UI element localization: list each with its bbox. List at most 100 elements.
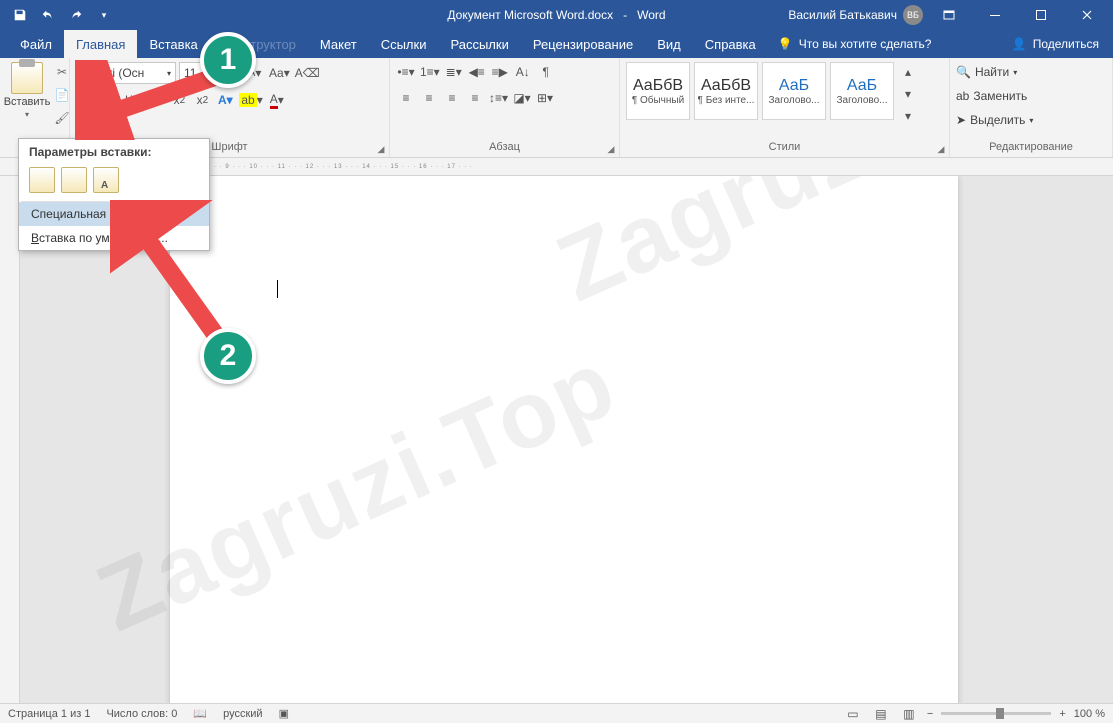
zoom-slider[interactable] — [941, 712, 1051, 715]
tell-me-search[interactable]: 💡 Что вы хотите сделать? — [778, 30, 932, 58]
chevron-down-icon: ▾ — [25, 110, 29, 119]
vertical-ruler[interactable] — [0, 176, 20, 703]
zoom-in-button[interactable]: + — [1059, 708, 1065, 720]
quick-access-toolbar: ▾ — [0, 3, 116, 27]
zoom-out-button[interactable]: − — [927, 708, 933, 720]
tab-file[interactable]: Файл — [8, 30, 64, 58]
close-button[interactable] — [1067, 0, 1107, 30]
redo-icon[interactable] — [64, 3, 88, 27]
style-heading1[interactable]: АаБ Заголово... — [762, 62, 826, 120]
language-indicator[interactable]: русский — [223, 708, 262, 720]
zoom-level[interactable]: 100 % — [1074, 708, 1105, 720]
underline-button[interactable]: Ч▾ — [122, 90, 142, 110]
dialog-launcher-icon[interactable]: ◢ — [375, 143, 387, 155]
maximize-button[interactable] — [1021, 0, 1061, 30]
align-left-button[interactable]: ≡ — [396, 88, 416, 108]
annotation-circle-2: 2 — [200, 328, 256, 384]
ribbon-tabs: Файл Главная Вставка Конструктор Макет С… — [0, 30, 1113, 58]
title-right: Василий Батькавич ВБ — [788, 0, 1113, 30]
share-icon: 👤 — [1012, 37, 1027, 51]
align-right-button[interactable]: ≡ — [442, 88, 462, 108]
font-color-button[interactable]: A▾ — [267, 90, 287, 110]
word-count[interactable]: Число слов: 0 — [106, 708, 177, 720]
numbering-button[interactable]: 1≡▾ — [419, 62, 441, 82]
italic-button[interactable]: К — [99, 90, 119, 110]
replace-button[interactable]: abЗаменить — [956, 86, 1033, 106]
paste-merge-icon[interactable] — [61, 167, 87, 193]
undo-icon[interactable] — [36, 3, 60, 27]
cut-icon[interactable]: ✂ — [52, 62, 72, 82]
title-bar: ▾ Документ Microsoft Word.docx - Word Ва… — [0, 0, 1113, 30]
style-heading2[interactable]: АаБ Заголово... — [830, 62, 894, 120]
tab-help[interactable]: Справка — [693, 30, 768, 58]
show-marks-button[interactable]: ¶ — [536, 62, 556, 82]
shading-button[interactable]: ◪▾ — [512, 88, 532, 108]
styles-scroll-down-icon[interactable]: ▾ — [898, 84, 918, 104]
status-bar: Страница 1 из 1 Число слов: 0 📖 русский … — [0, 703, 1113, 723]
group-label: Редактирование — [956, 141, 1106, 155]
paste-button[interactable]: Вставить ▾ — [6, 62, 48, 119]
subscript-button[interactable]: x2 — [169, 90, 189, 110]
align-center-button[interactable]: ≡ — [419, 88, 439, 108]
paste-keep-source-icon[interactable] — [29, 167, 55, 193]
change-case-button[interactable]: Aa▾ — [268, 63, 291, 83]
web-layout-icon[interactable]: ▥ — [899, 704, 919, 724]
text-effects-button[interactable]: A▾ — [215, 90, 235, 110]
styles-scroll-up-icon[interactable]: ▴ — [898, 62, 918, 82]
user-name[interactable]: Василий Батькавич — [788, 8, 897, 22]
page-count[interactable]: Страница 1 из 1 — [8, 708, 90, 720]
superscript-button[interactable]: x2 — [192, 90, 212, 110]
lightbulb-icon: 💡 — [778, 37, 793, 51]
share-button[interactable]: 👤 Поделиться — [1012, 30, 1099, 58]
text-cursor — [277, 280, 278, 298]
tab-home[interactable]: Главная — [64, 30, 137, 58]
save-icon[interactable] — [8, 3, 32, 27]
decrease-indent-button[interactable]: ◀≡ — [467, 62, 487, 82]
multilevel-list-button[interactable]: ≣▾ — [444, 62, 464, 82]
group-label: Абзац — [396, 141, 613, 155]
styles-more-icon[interactable]: ▾ — [898, 106, 918, 126]
increase-indent-button[interactable]: ≡▶ — [490, 62, 510, 82]
sort-button[interactable]: A↓ — [513, 62, 533, 82]
dialog-launcher-icon[interactable]: ◢ — [935, 143, 947, 155]
print-layout-icon[interactable]: ▤ — [871, 704, 891, 724]
tab-review[interactable]: Рецензирование — [521, 30, 645, 58]
spell-check-icon[interactable]: 📖 — [193, 707, 207, 720]
bold-button[interactable]: Ж — [76, 90, 96, 110]
minimize-button[interactable] — [975, 0, 1015, 30]
qat-customize-icon[interactable]: ▾ — [92, 3, 116, 27]
paste-special-item[interactable]: Специальная вставка... — [19, 202, 209, 226]
read-mode-icon[interactable]: ▭ — [843, 704, 863, 724]
ribbon-display-options-icon[interactable] — [929, 0, 969, 30]
group-label: Стили — [626, 141, 943, 155]
style-no-spacing[interactable]: АаБбВ ¶ Без инте... — [694, 62, 758, 120]
tab-references[interactable]: Ссылки — [369, 30, 439, 58]
tab-insert[interactable]: Вставка — [137, 30, 209, 58]
tab-layout[interactable]: Макет — [308, 30, 369, 58]
bullets-button[interactable]: •≡▾ — [396, 62, 416, 82]
copy-icon[interactable]: 📄 — [52, 85, 72, 105]
paste-default-item[interactable]: Вставка по умолчанию... — [19, 226, 209, 250]
tab-view[interactable]: Вид — [645, 30, 693, 58]
document-page[interactable] — [170, 176, 958, 703]
group-editing: 🔍Найти▾ abЗаменить ➤Выделить▾ Редактиров… — [950, 58, 1113, 157]
group-styles: АаБбВ ¶ Обычный АаБбВ ¶ Без инте... АаБ … — [620, 58, 950, 157]
font-name-combo[interactable]: Calibri (Осн▾ — [76, 62, 176, 84]
format-painter-icon[interactable]: 🖌 — [52, 108, 72, 128]
select-button[interactable]: ➤Выделить▾ — [956, 110, 1033, 130]
user-avatar[interactable]: ВБ — [903, 5, 923, 25]
borders-button[interactable]: ⊞▾ — [535, 88, 555, 108]
clear-formatting-button[interactable]: A⌫ — [294, 63, 321, 83]
justify-button[interactable]: ≡ — [465, 88, 485, 108]
strikethrough-button[interactable]: abc — [145, 90, 166, 110]
find-button[interactable]: 🔍Найти▾ — [956, 62, 1033, 82]
tab-mailings[interactable]: Рассылки — [438, 30, 520, 58]
styles-gallery[interactable]: АаБбВ ¶ Обычный АаБбВ ¶ Без инте... АаБ … — [626, 62, 918, 126]
style-normal[interactable]: АаБбВ ¶ Обычный — [626, 62, 690, 120]
paste-text-only-icon[interactable]: A — [93, 167, 119, 193]
document-name: Документ Microsoft Word.docx — [447, 8, 613, 22]
dialog-launcher-icon[interactable]: ◢ — [605, 143, 617, 155]
line-spacing-button[interactable]: ↕≡▾ — [488, 88, 509, 108]
macro-record-icon[interactable]: ▣ — [279, 707, 289, 720]
highlight-button[interactable]: ab▾ — [238, 90, 263, 110]
